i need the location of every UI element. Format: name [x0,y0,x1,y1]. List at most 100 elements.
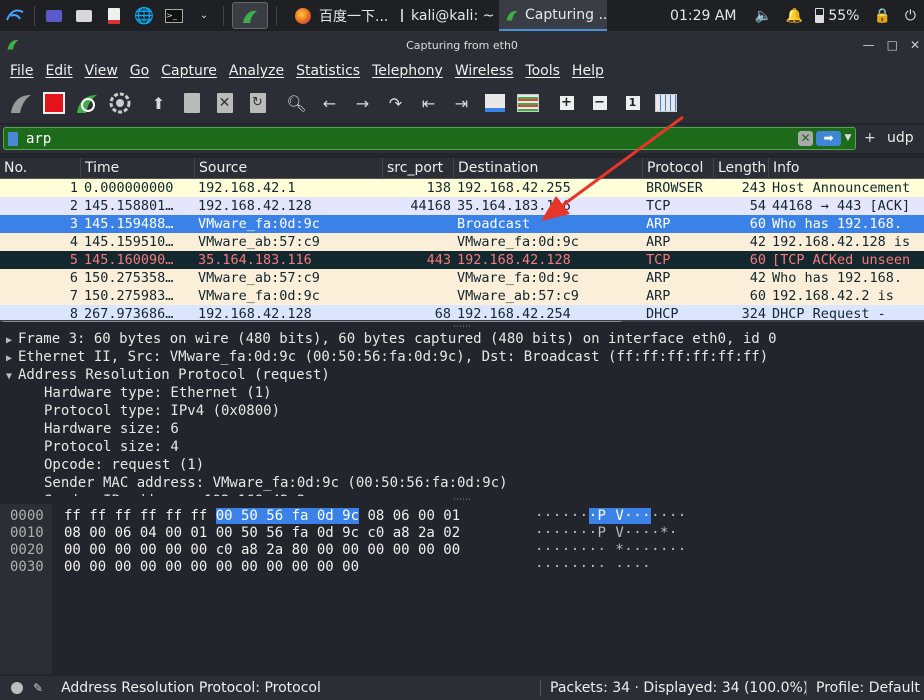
col-header-time[interactable]: Time [81,158,195,179]
clear-filter-icon[interactable]: ✕ [798,131,813,146]
detail-arp-field[interactable]: Sender MAC address: VMware_fa:0d:9c (00:… [0,474,924,492]
col-header-no[interactable]: No. [0,158,81,179]
menu-go[interactable]: Go [124,63,155,79]
menu-wireless[interactable]: Wireless [449,63,520,79]
status-divider [806,680,807,696]
normal-size-icon[interactable]: 1 [619,89,647,117]
packet-row[interactable]: 3 145.159488… VMware_fa:0d:9c Broadcast ARP 6… [0,215,924,233]
col-header-destination[interactable]: Destination [454,158,643,179]
go-back-icon[interactable]: ← [316,89,344,117]
detail-arp-field[interactable]: Hardware type: Ethernet (1) [0,384,924,402]
text-editor-icon[interactable] [103,5,125,27]
detail-frame[interactable]: ▶ Frame 3: 60 bytes on wire (480 bits), 6… [0,330,924,348]
profile-selector[interactable]: Profile: Default [816,680,920,696]
resize-columns-icon[interactable] [652,89,680,117]
col-header-info[interactable]: Info [769,158,924,179]
packet-row[interactable]: 6 150.275358… VMware_ab:57:c9 VMware_fa:0d:… [0,269,924,287]
detail-arp-field[interactable]: Hardware size: 6 [0,420,924,438]
lock-icon[interactable]: 🔒 [873,8,890,24]
terminal-launcher-icon[interactable]: >_ [163,5,185,27]
expert-info-icon[interactable] [11,682,23,694]
maximize-icon[interactable]: □ [887,38,898,52]
menu-statistics[interactable]: Statistics [290,63,366,79]
packet-row[interactable]: 5 145.160090… 35.164.183.116 443 192.168.42.… [0,251,924,269]
filter-button-udp[interactable]: udp [887,130,914,146]
menu-tools[interactable]: Tools [519,63,566,79]
filter-text[interactable]: arp [26,131,51,147]
filter-bookmark-icon[interactable] [8,131,18,146]
workspace-wireshark-icon[interactable] [232,2,268,29]
power-icon[interactable]: ⏻ [905,8,916,24]
add-filter-button-icon[interactable]: + [864,130,876,146]
show-desktop-icon[interactable] [43,5,65,27]
clock[interactable]: 01:29 AM [670,8,736,24]
capture-comment-icon[interactable]: ✎ [33,681,43,695]
close-icon[interactable]: ✕ [910,38,920,52]
detail-arp-field[interactable]: Protocol size: 4 [0,438,924,456]
packet-row[interactable]: 2 145.158801… 192.168.42.128 44168 35.164.18… [0,197,924,215]
menu-view[interactable]: View [79,63,124,79]
bytes-row[interactable]: 0020 00 00 00 00 00 00 c0 a8 2a 80 00 00 … [10,542,686,559]
autoscroll-icon[interactable] [481,89,509,117]
restart-capture-icon[interactable] [73,89,101,117]
go-forward-icon[interactable]: → [349,89,377,117]
last-packet-icon[interactable]: ⇥ [448,89,476,117]
apply-filter-icon[interactable]: ➡ [816,131,841,146]
col-header-source[interactable]: Source [195,158,383,179]
col-header-length[interactable]: Length [714,158,769,179]
first-packet-icon[interactable]: ⇤ [415,89,443,117]
collapse-arrow-icon[interactable]: ▼ [0,368,18,386]
menu-capture[interactable]: Capture [155,63,223,79]
filter-history-dropdown-icon[interactable]: ▼ [843,131,853,146]
reload-file-icon[interactable]: ↻ [244,89,272,117]
pane-splitter[interactable]: ⋯⋯ [0,495,924,505]
zoom-in-icon[interactable]: + [553,89,581,117]
packet-row[interactable]: 8 267.973686… 192.168.42.128 68 192.168.42.2… [0,305,924,320]
save-file-icon[interactable] [178,89,206,117]
stop-capture-icon[interactable] [40,89,68,117]
open-file-icon[interactable]: ⬆ [145,89,173,117]
battery-icon[interactable] [815,8,825,23]
chevron-down-icon[interactable]: ⌄ [193,5,215,27]
packet-row[interactable]: 7 150.275983… VMware_fa:0d:9c VMware_ab:57:… [0,287,924,305]
capture-options-icon[interactable] [106,89,134,117]
web-browser-icon[interactable]: 🌐 [133,5,155,27]
detail-arp[interactable]: ▼ Address Resolution Protocol (request) [0,366,924,384]
display-filter-input[interactable]: arp ✕ ➡ ▼ [3,127,856,150]
cell-no: 2 [69,198,78,214]
task-wireshark[interactable]: Capturing ... [499,0,607,31]
col-header-src-port[interactable]: src_port [383,158,454,179]
detail-arp-field[interactable]: Opcode: request (1) [0,456,924,474]
bytes-row[interactable]: 0000 ff ff ff ff ff ff 00 50 56 fa 0d 9c … [10,508,686,525]
bytes-row[interactable]: 0010 08 00 06 04 00 01 00 50 56 fa 0d 9c … [10,525,677,542]
detail-ethernet[interactable]: ▶ Ethernet II, Src: VMware_fa:0d:9c (00:5… [0,348,924,366]
packet-row[interactable]: 1 0.000000000 192.168.42.1 138 192.168.42.25… [0,179,924,197]
volume-icon[interactable]: 🔈 [754,8,771,24]
menu-edit[interactable]: Edit [39,63,78,79]
packet-row[interactable]: 4 145.159510… VMware_ab:57:c9 VMware_fa:0d:… [0,233,924,251]
packet-rows: 1 0.000000000 192.168.42.1 138 192.168.42.25… [0,179,924,320]
taskbar-separator [276,5,277,26]
file-manager-icon[interactable] [73,5,95,27]
kali-menu-icon[interactable] [4,5,26,27]
menu-telephony[interactable]: Telephony [366,63,449,79]
detail-arp-field[interactable]: Protocol type: IPv4 (0x0800) [0,402,924,420]
packet-details: ▶ Frame 3: 60 bytes on wire (480 bits), 6… [0,330,924,500]
cell-no: 3 [69,216,78,232]
find-packet-icon[interactable]: 🔍︎ [283,89,311,117]
col-header-protocol[interactable]: Protocol [643,158,714,179]
colorize-icon[interactable] [514,89,542,117]
task-terminal[interactable]: kali@kali: ~ [395,0,499,31]
menu-file[interactable]: File [4,63,39,79]
start-capture-icon[interactable] [7,89,35,117]
menu-help[interactable]: Help [566,63,610,79]
task-firefox[interactable]: 百度一下... [289,0,395,31]
minimize-icon[interactable]: — [863,38,875,52]
bytes-row[interactable]: 0030 00 00 00 00 00 00 00 00 00 00 00 00 ·… [10,559,651,576]
notification-bell-icon[interactable]: 🔔 [786,8,803,24]
close-file-icon[interactable]: ✕ [211,89,239,117]
go-to-packet-icon[interactable]: ↷ [382,89,410,117]
zoom-out-icon[interactable]: − [586,89,614,117]
taskbar-separator [34,5,35,26]
menu-analyze[interactable]: Analyze [223,63,290,79]
